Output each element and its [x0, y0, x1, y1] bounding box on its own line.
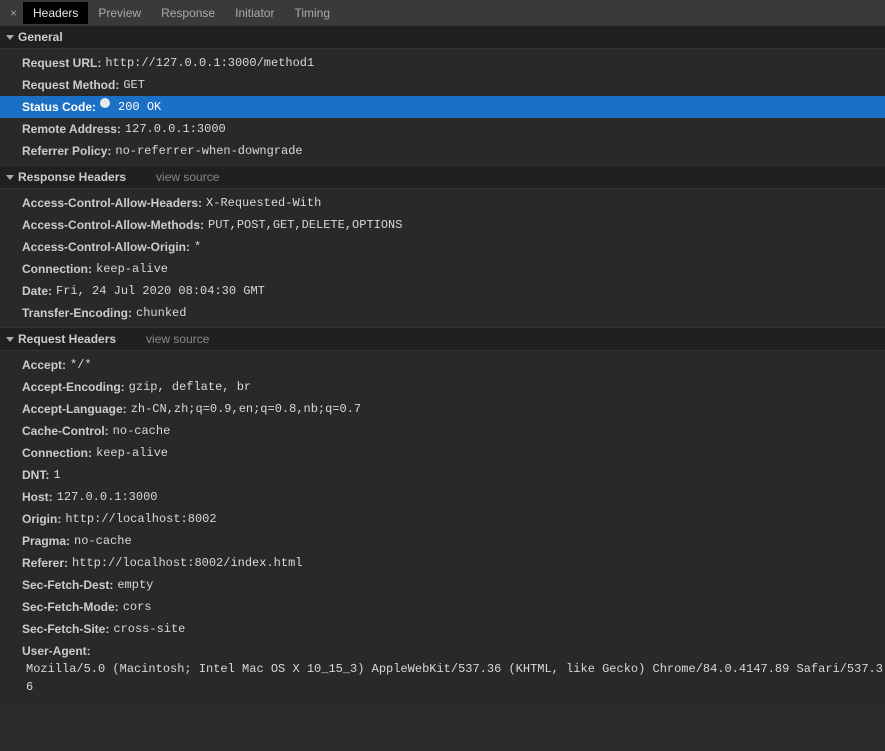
header-key: Status Code:	[22, 98, 96, 116]
header-key: Connection:	[22, 260, 92, 278]
section-header-general[interactable]: General	[0, 25, 885, 49]
devtools-tabs: × HeadersPreviewResponseInitiatorTiming	[0, 0, 885, 25]
header-row[interactable]: Request Method:GET	[0, 74, 885, 96]
header-value: cross-site	[109, 620, 185, 638]
header-value: keep-alive	[92, 444, 168, 462]
header-row[interactable]: Access-Control-Allow-Methods:PUT,POST,GE…	[0, 214, 885, 236]
header-key: Access-Control-Allow-Methods:	[22, 216, 204, 234]
header-value: no-cache	[70, 532, 132, 550]
header-row[interactable]: Accept:*/*	[0, 354, 885, 376]
header-value: Mozilla/5.0 (Macintosh; Intel Mac OS X 1…	[22, 660, 885, 696]
header-row[interactable]: Cache-Control:no-cache	[0, 420, 885, 442]
header-key: Accept-Encoding:	[22, 378, 125, 396]
view-source-link[interactable]: view source	[156, 170, 219, 184]
header-row[interactable]: User-Agent:Mozilla/5.0 (Macintosh; Intel…	[0, 640, 885, 698]
header-row[interactable]: Connection:keep-alive	[0, 442, 885, 464]
section-body-general: Request URL:http://127.0.0.1:3000/method…	[0, 49, 885, 165]
header-value: GET	[119, 76, 145, 94]
header-value: http://127.0.0.1:3000/method1	[101, 54, 314, 72]
header-key: Pragma:	[22, 532, 70, 550]
header-row[interactable]: Accept-Language:zh-CN,zh;q=0.9,en;q=0.8,…	[0, 398, 885, 420]
header-row[interactable]: Request URL:http://127.0.0.1:3000/method…	[0, 52, 885, 74]
header-key: Host:	[22, 488, 53, 506]
header-key: Sec-Fetch-Site:	[22, 620, 109, 638]
header-key: Referrer Policy:	[22, 142, 111, 160]
header-value: no-referrer-when-downgrade	[111, 142, 302, 160]
header-row[interactable]: Access-Control-Allow-Origin:*	[0, 236, 885, 258]
header-row[interactable]: Sec-Fetch-Mode:cors	[0, 596, 885, 618]
header-value: 127.0.0.1:3000	[53, 488, 158, 506]
header-value: X-Requested-With	[202, 194, 321, 212]
header-value: http://localhost:8002	[61, 510, 216, 528]
header-key: DNT:	[22, 466, 49, 484]
header-key: Date:	[22, 282, 52, 300]
header-row[interactable]: Status Code: 200 OK	[0, 96, 885, 118]
section-title: Response Headers	[18, 170, 126, 184]
header-key: Sec-Fetch-Dest:	[22, 576, 113, 594]
header-key: Access-Control-Allow-Headers:	[22, 194, 202, 212]
header-value: *	[190, 238, 201, 256]
tab-response[interactable]: Response	[151, 2, 225, 24]
empty-area	[0, 701, 885, 751]
header-key: Cache-Control:	[22, 422, 109, 440]
header-key: Request Method:	[22, 76, 119, 94]
header-row[interactable]: Remote Address:127.0.0.1:3000	[0, 118, 885, 140]
header-value: gzip, deflate, br	[125, 378, 251, 396]
section-title: Request Headers	[18, 332, 116, 346]
header-value: chunked	[132, 304, 186, 322]
chevron-down-icon	[6, 35, 14, 40]
header-value: cors	[119, 598, 152, 616]
header-key: Remote Address:	[22, 120, 121, 138]
section-header-response[interactable]: Response Headers view source	[0, 165, 885, 189]
status-dot-icon	[100, 98, 110, 108]
chevron-down-icon	[6, 175, 14, 180]
header-value: keep-alive	[92, 260, 168, 278]
tab-timing[interactable]: Timing	[284, 2, 340, 24]
header-key: Connection:	[22, 444, 92, 462]
header-key: Referer:	[22, 554, 68, 572]
header-row[interactable]: Connection:keep-alive	[0, 258, 885, 280]
section-title: General	[18, 30, 63, 44]
header-key: Sec-Fetch-Mode:	[22, 598, 119, 616]
header-row[interactable]: Referrer Policy:no-referrer-when-downgra…	[0, 140, 885, 162]
header-value: empty	[113, 576, 153, 594]
header-row[interactable]: Pragma:no-cache	[0, 530, 885, 552]
header-row[interactable]: Access-Control-Allow-Headers:X-Requested…	[0, 192, 885, 214]
section-body-request: Accept:*/*Accept-Encoding:gzip, deflate,…	[0, 351, 885, 701]
view-source-link[interactable]: view source	[146, 332, 209, 346]
header-key: Access-Control-Allow-Origin:	[22, 238, 190, 256]
header-value: 200 OK	[114, 98, 161, 116]
tab-headers[interactable]: Headers	[23, 2, 88, 24]
header-row[interactable]: Origin:http://localhost:8002	[0, 508, 885, 530]
header-row[interactable]: Date:Fri, 24 Jul 2020 08:04:30 GMT	[0, 280, 885, 302]
section-body-response: Access-Control-Allow-Headers:X-Requested…	[0, 189, 885, 327]
header-row[interactable]: Accept-Encoding:gzip, deflate, br	[0, 376, 885, 398]
header-row[interactable]: Referer:http://localhost:8002/index.html	[0, 552, 885, 574]
headers-panel: General Request URL:http://127.0.0.1:300…	[0, 25, 885, 701]
header-key: Request URL:	[22, 54, 101, 72]
header-value: http://localhost:8002/index.html	[68, 554, 302, 572]
header-row[interactable]: Transfer-Encoding:chunked	[0, 302, 885, 324]
header-key: Accept:	[22, 356, 66, 374]
tab-preview[interactable]: Preview	[88, 2, 151, 24]
chevron-down-icon	[6, 337, 14, 342]
header-key: User-Agent:	[22, 642, 91, 660]
header-key: Origin:	[22, 510, 61, 528]
header-row[interactable]: Sec-Fetch-Dest:empty	[0, 574, 885, 596]
section-header-request[interactable]: Request Headers view source	[0, 327, 885, 351]
tab-initiator[interactable]: Initiator	[225, 2, 284, 24]
header-value: Fri, 24 Jul 2020 08:04:30 GMT	[52, 282, 265, 300]
header-value: no-cache	[109, 422, 171, 440]
header-key: Accept-Language:	[22, 400, 127, 418]
header-value: zh-CN,zh;q=0.9,en;q=0.8,nb;q=0.7	[127, 400, 361, 418]
header-value: 1	[49, 466, 60, 484]
header-key: Transfer-Encoding:	[22, 304, 132, 322]
header-value: 127.0.0.1:3000	[121, 120, 226, 138]
header-row[interactable]: Host:127.0.0.1:3000	[0, 486, 885, 508]
header-row[interactable]: Sec-Fetch-Site:cross-site	[0, 618, 885, 640]
header-row[interactable]: DNT:1	[0, 464, 885, 486]
close-icon[interactable]: ×	[4, 6, 23, 20]
header-value: PUT,POST,GET,DELETE,OPTIONS	[204, 216, 402, 234]
header-value: */*	[66, 356, 92, 374]
